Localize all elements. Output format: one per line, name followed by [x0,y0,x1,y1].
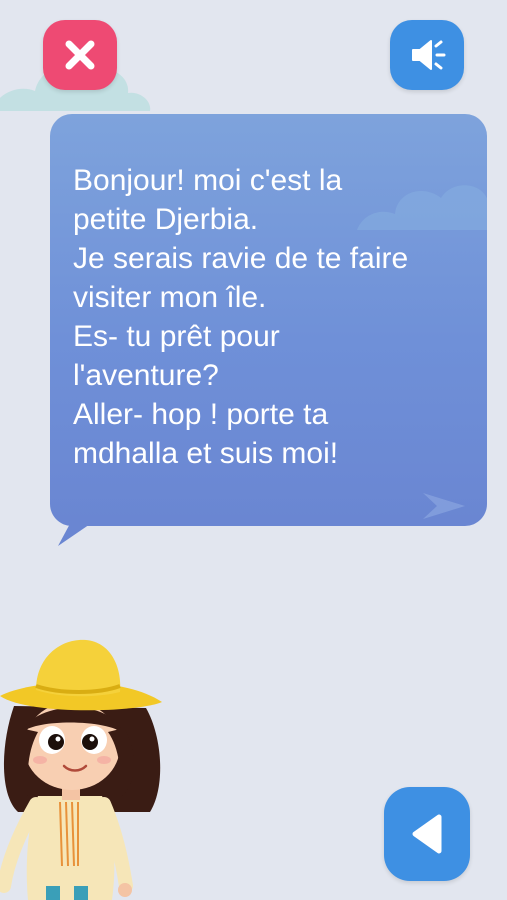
sound-button[interactable] [390,20,464,90]
triangle-left-icon [412,814,442,854]
dialog-text: Bonjour! moi c'est la petite Djerbia. Je… [73,164,409,470]
back-button[interactable] [384,787,470,881]
girl-character [0,639,162,900]
speech-bubble: Bonjour! moi c'est la petite Djerbia. Je… [50,114,487,526]
speech-bubble-tail [58,520,96,546]
next-arrow-icon[interactable] [421,491,467,521]
speaker-icon [412,40,446,70]
close-button[interactable] [43,20,117,90]
close-x-icon [65,40,95,70]
